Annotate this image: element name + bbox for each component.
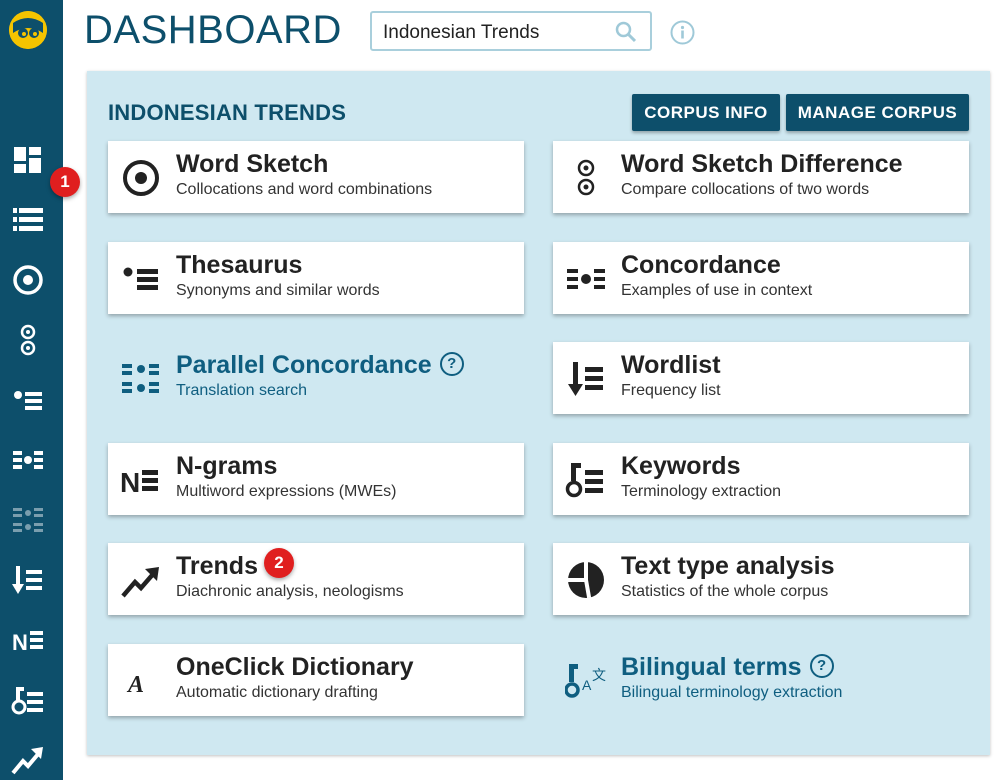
- svg-text:N: N: [120, 467, 140, 498]
- card-word-sketch-difference[interactable]: Word Sketch Difference Compare collocati…: [553, 141, 969, 213]
- keywords-icon: [11, 687, 43, 715]
- sidebar-item-word-sketch[interactable]: [10, 262, 46, 298]
- card-concordance[interactable]: Concordance Examples of use in context: [553, 242, 969, 314]
- thesaurus-icon: [14, 391, 42, 410]
- corpus-name: INDONESIAN TRENDS: [108, 100, 347, 125]
- card-title-text: Bilingual terms: [621, 653, 802, 681]
- sidebar-item-word-sketch-difference[interactable]: [10, 322, 46, 358]
- sidebar-item-parallel-concordance[interactable]: [10, 502, 46, 538]
- parallel-concordance-icon: [13, 508, 43, 532]
- card-subtitle: Automatic dictionary drafting: [176, 684, 378, 701]
- sidebar-item-trends[interactable]: [10, 742, 46, 778]
- page-title: DASHBOARD: [84, 8, 342, 52]
- card-parallel-concordance[interactable]: Parallel Concordance? Translation search: [108, 342, 524, 414]
- card-title: OneClick Dictionary: [176, 653, 414, 681]
- card-keywords[interactable]: Keywords Terminology extraction: [553, 443, 969, 515]
- card-title: Word Sketch Difference: [621, 150, 903, 178]
- card-subtitle: Synonyms and similar words: [176, 282, 380, 299]
- ngrams-icon: N: [12, 630, 43, 655]
- card-ngrams[interactable]: N N-grams Multiword expressions (MWEs): [108, 443, 524, 515]
- card-subtitle: Collocations and word combinations: [176, 181, 433, 198]
- card-title: Concordance: [621, 251, 781, 279]
- help-icon[interactable]: ?: [809, 654, 834, 679]
- help-icon[interactable]: ?: [439, 352, 464, 377]
- sidebar: N: [0, 0, 63, 780]
- card-title-text: Parallel Concordance: [176, 351, 432, 379]
- parallel-concordance-icon: [122, 364, 159, 393]
- card-thesaurus[interactable]: Thesaurus Synonyms and similar words: [108, 242, 524, 314]
- card-text-type-analysis[interactable]: Text type analysis Statistics of the who…: [553, 543, 969, 615]
- sidebar-item-keywords[interactable]: [10, 682, 46, 718]
- card-subtitle: Frequency list: [621, 382, 721, 399]
- card-subtitle: Compare collocations of two words: [621, 181, 870, 198]
- step-badge-1: 1: [50, 167, 80, 197]
- oneclick-dictionary-icon: A: [126, 672, 144, 698]
- info-icon[interactable]: [670, 20, 695, 45]
- app-logo[interactable]: [9, 11, 47, 49]
- card-trends[interactable]: Trends Diachronic analysis, neologisms: [108, 543, 524, 615]
- card-title: Parallel Concordance?: [176, 351, 464, 380]
- step-badge-2: 2: [264, 548, 294, 578]
- word-sketch-difference-icon: [577, 159, 595, 196]
- sidebar-item-wordlist[interactable]: [10, 562, 46, 598]
- card-subtitle: Statistics of the whole corpus: [621, 583, 829, 600]
- sidebar-item-ngrams[interactable]: N: [10, 622, 46, 658]
- svg-text:N: N: [12, 630, 28, 655]
- corpus-info-button[interactable]: CORPUS INFO: [632, 94, 780, 131]
- card-subtitle: Examples of use in context: [621, 282, 813, 299]
- concordance-icon: [567, 269, 605, 289]
- sidebar-item-dashboard[interactable]: [10, 142, 46, 178]
- word-sketch-icon: [13, 265, 43, 295]
- sidebar-item-thesaurus[interactable]: [10, 382, 46, 418]
- wordlist-icon: [568, 362, 603, 396]
- svg-text:A: A: [126, 672, 144, 698]
- trends-icon: [121, 567, 159, 598]
- thesaurus-icon: [123, 267, 158, 290]
- sidebar-item-corpus-list[interactable]: [10, 202, 46, 238]
- card-bilingual-terms[interactable]: A 文 Bilingual terms? Bilingual terminolo…: [553, 644, 969, 716]
- word-sketch-difference-icon: [20, 324, 36, 356]
- dashboard-icon: [14, 147, 41, 173]
- card-subtitle: Bilingual terminology extraction: [621, 684, 843, 701]
- text-type-analysis-icon: [567, 561, 604, 599]
- card-title: Bilingual terms?: [621, 653, 834, 682]
- corpus-search[interactable]: [370, 11, 652, 51]
- svg-text:文: 文: [592, 667, 606, 683]
- svg-text:A: A: [582, 677, 592, 693]
- card-title: Wordlist: [621, 351, 721, 379]
- keywords-icon: [565, 463, 603, 498]
- trends-icon: [11, 747, 43, 775]
- card-title: Word Sketch: [176, 150, 329, 178]
- concordance-icon: [13, 451, 43, 469]
- bilingual-terms-icon: A 文: [564, 664, 606, 698]
- card-subtitle: Diachronic analysis, neologisms: [176, 583, 404, 600]
- logo-icon: [9, 11, 47, 49]
- search-icon[interactable]: [614, 20, 638, 44]
- corpus-list-icon: [13, 208, 43, 231]
- card-oneclick-dictionary[interactable]: A OneClick Dictionary Automatic dictiona…: [108, 644, 524, 716]
- corpus-panel: INDONESIAN TRENDS CORPUS INFO MANAGE COR…: [87, 71, 990, 755]
- card-subtitle: Multiword expressions (MWEs): [176, 483, 397, 500]
- card-word-sketch[interactable]: Word Sketch Collocations and word combin…: [108, 141, 524, 213]
- card-wordlist[interactable]: Wordlist Frequency list: [553, 342, 969, 414]
- card-title: Text type analysis: [621, 552, 835, 580]
- wordlist-icon: [12, 566, 42, 594]
- card-subtitle: Translation search: [176, 382, 308, 399]
- card-title: Thesaurus: [176, 251, 303, 279]
- card-title: Trends: [176, 552, 258, 580]
- card-title: Keywords: [621, 452, 741, 480]
- manage-corpus-button[interactable]: MANAGE CORPUS: [786, 94, 969, 131]
- card-subtitle: Terminology extraction: [621, 483, 782, 500]
- word-sketch-icon: [123, 160, 159, 196]
- sidebar-item-concordance[interactable]: [10, 442, 46, 478]
- card-title: N-grams: [176, 452, 278, 480]
- ngrams-icon: N: [120, 467, 158, 498]
- corpus-search-input[interactable]: [381, 21, 605, 45]
